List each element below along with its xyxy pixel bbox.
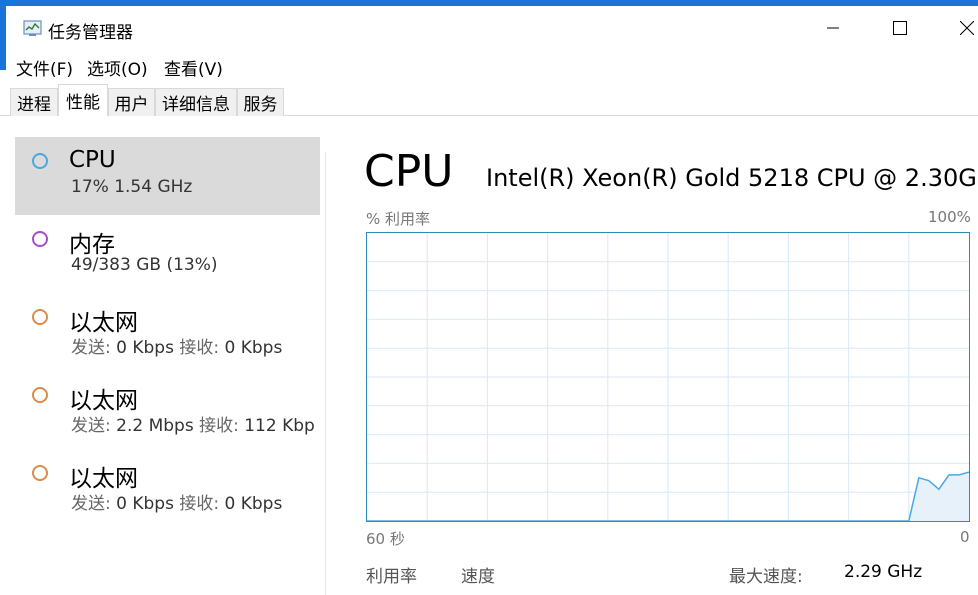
send-value: 0 Kbps bbox=[116, 494, 174, 514]
maximize-icon bbox=[893, 21, 907, 35]
resource-title: CPU bbox=[364, 146, 454, 197]
ethernet-indicator-icon bbox=[32, 387, 48, 403]
send-label: 发送: bbox=[71, 338, 111, 358]
tab-services[interactable]: 服务 bbox=[237, 88, 284, 116]
cpu-utilization-graph bbox=[366, 232, 970, 522]
resource-name: 内存 bbox=[69, 232, 115, 258]
resource-item-ethernet-2[interactable]: 以太网 发送: 2.2 Mbps 接收: 112 Kbp bbox=[15, 371, 326, 449]
receive-label: 接收: bbox=[179, 494, 220, 514]
y-axis-label: % 利用率 bbox=[366, 210, 431, 228]
max-speed-value: 2.29 GHz bbox=[844, 562, 923, 582]
resource-item-ethernet-1[interactable]: 以太网 发送: 0 Kbps 接收: 0 Kbps bbox=[15, 293, 320, 371]
task-manager-icon bbox=[23, 19, 43, 37]
ethernet-indicator-icon bbox=[32, 465, 48, 481]
cpu-model-name: Intel(R) Xeon(R) Gold 5218 CPU @ 2.30G..… bbox=[486, 164, 978, 192]
resource-detail: 发送: 2.2 Mbps 接收: 112 Kbp bbox=[71, 411, 326, 436]
tab-performance[interactable]: 性能 bbox=[58, 84, 108, 116]
resource-name: 以太网 bbox=[69, 388, 138, 414]
menu-view[interactable]: 查看(V) bbox=[164, 55, 223, 80]
cpu-indicator-icon bbox=[32, 153, 48, 169]
resource-name: 以太网 bbox=[69, 466, 138, 492]
resource-detail: 17% 1.54 GHz bbox=[71, 177, 193, 197]
title-bar: 任务管理器 bbox=[6, 6, 978, 50]
receive-label: 接收: bbox=[179, 338, 220, 358]
resource-detail: 49/383 GB (13%) bbox=[71, 255, 218, 275]
y-axis-max-label: 100% bbox=[928, 208, 971, 226]
menu-bar: 文件(F) 选项(O) 查看(V) bbox=[6, 50, 978, 80]
utilization-label: 利用率 bbox=[366, 567, 417, 587]
tab-users[interactable]: 用户 bbox=[108, 88, 155, 116]
x-axis-end-label: 0 bbox=[960, 528, 970, 546]
tab-processes[interactable]: 进程 bbox=[10, 88, 58, 116]
resource-name: 以太网 bbox=[69, 310, 138, 336]
cpu-utilization-chart bbox=[367, 233, 970, 522]
receive-label: 接收: bbox=[199, 416, 239, 436]
speed-label: 速度 bbox=[461, 567, 495, 587]
receive-value: 112 Kbp bbox=[244, 416, 315, 436]
minimize-icon bbox=[827, 27, 839, 29]
window-title: 任务管理器 bbox=[48, 23, 133, 43]
resource-detail: 发送: 0 Kbps 接收: 0 Kbps bbox=[71, 489, 282, 514]
menu-options[interactable]: 选项(O) bbox=[87, 55, 148, 80]
sidebar-splitter[interactable] bbox=[325, 152, 326, 595]
ethernet-indicator-icon bbox=[32, 309, 48, 325]
send-value: 2.2 Mbps bbox=[116, 416, 194, 436]
receive-value: 0 Kbps bbox=[224, 338, 283, 358]
tab-details[interactable]: 详细信息 bbox=[155, 88, 237, 116]
resource-sidebar: CPU 17% 1.54 GHz 内存 49/383 GB (13%) 以太网 … bbox=[0, 116, 326, 595]
close-icon bbox=[960, 21, 974, 35]
maximize-button[interactable] bbox=[877, 6, 923, 50]
minimize-button[interactable] bbox=[810, 6, 856, 50]
resource-item-cpu[interactable]: CPU 17% 1.54 GHz bbox=[15, 137, 320, 215]
max-speed-label: 最大速度: bbox=[729, 567, 803, 587]
menu-file[interactable]: 文件(F) bbox=[16, 55, 73, 80]
resource-item-ethernet-3[interactable]: 以太网 发送: 0 Kbps 接收: 0 Kbps bbox=[15, 449, 320, 527]
tab-bar: 进程 性能 用户 详细信息 服务 bbox=[0, 84, 978, 116]
send-label: 发送: bbox=[71, 494, 111, 514]
x-axis-start-label: 60 秒 bbox=[366, 530, 405, 548]
close-button[interactable] bbox=[944, 6, 978, 50]
send-value: 0 Kbps bbox=[116, 338, 174, 358]
send-label: 发送: bbox=[71, 416, 111, 436]
resource-name: CPU bbox=[69, 147, 116, 173]
memory-indicator-icon bbox=[32, 231, 48, 247]
resource-item-memory[interactable]: 内存 49/383 GB (13%) bbox=[15, 215, 320, 293]
resource-detail: 发送: 0 Kbps 接收: 0 Kbps bbox=[71, 333, 282, 358]
receive-value: 0 Kbps bbox=[224, 494, 283, 514]
